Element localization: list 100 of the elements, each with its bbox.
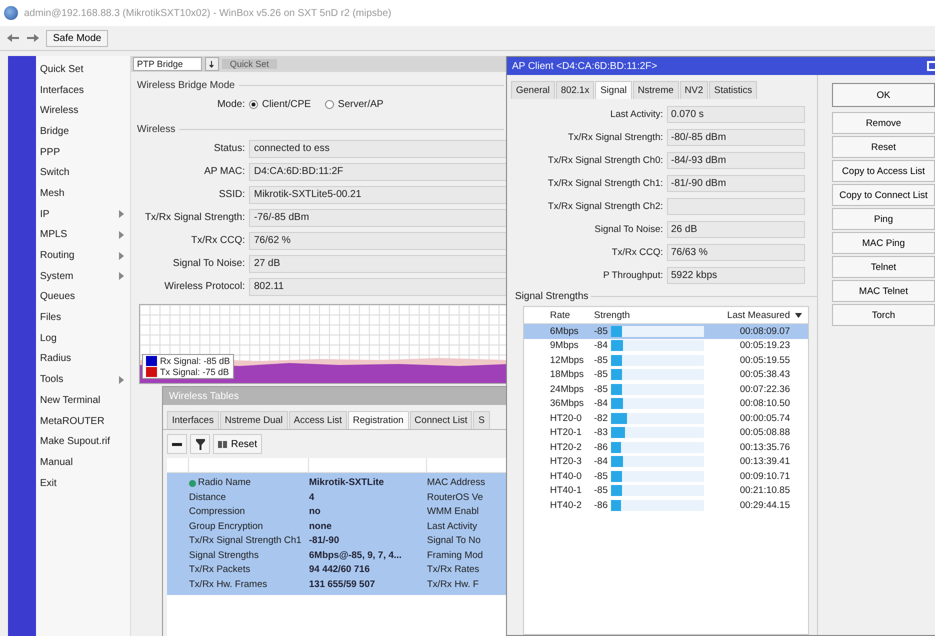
column-header[interactable]: Last Measured	[704, 310, 790, 320]
action-button[interactable]: Copy to Access List	[832, 160, 935, 182]
tab[interactable]: Access List	[288, 411, 347, 429]
tab[interactable]: NV2	[680, 81, 708, 99]
table-cell-text: WMM Enabl	[427, 505, 480, 519]
sidebar-item[interactable]: System	[36, 266, 130, 287]
value-field: 5922 kbps	[667, 267, 805, 284]
radio-option[interactable]: Client/CPE	[249, 99, 311, 110]
table-row[interactable]: HT40-2 -86 00:29:44.15	[524, 498, 808, 512]
table-row[interactable]: HT20-2 -86 00:13:35.76	[524, 440, 808, 454]
action-button[interactable]: MAC Telnet	[832, 280, 935, 302]
table-row[interactable]: 36Mbps -84 00:08:10.50	[524, 396, 808, 411]
tab[interactable]: Interfaces	[167, 411, 219, 429]
reset-button[interactable]: Reset	[213, 434, 262, 454]
radio-option[interactable]: Server/AP	[324, 99, 384, 110]
tab[interactable]: 802.1x	[556, 81, 594, 99]
tab[interactable]: Signal	[595, 81, 632, 99]
sidebar-item[interactable]: IP	[36, 204, 130, 224]
table-cell: -85	[594, 485, 608, 496]
sidebar-item[interactable]: PPP	[36, 142, 130, 162]
table-cell-text: 00:05:38.43	[738, 369, 790, 380]
field-label: Tx/Rx Signal Strength:	[566, 132, 664, 143]
action-button[interactable]: Telnet	[832, 256, 935, 278]
table-cell-text: Group Encryption	[189, 520, 264, 534]
column-header[interactable]: Rate	[550, 310, 594, 320]
sidebar-item[interactable]: Routing	[36, 245, 130, 266]
sidebar-item[interactable]: Mesh	[36, 183, 130, 204]
sidebar-item[interactable]: Wireless	[36, 100, 130, 122]
table-row[interactable]: HT20-0 -82 00:00:05.74	[524, 411, 808, 426]
action-button[interactable]: Reset	[832, 136, 935, 158]
undo-icon[interactable]	[6, 32, 20, 44]
tab[interactable]: Nstreme	[632, 81, 679, 99]
table-cell: -86	[594, 500, 608, 511]
remove-button[interactable]	[167, 434, 187, 454]
table-row[interactable]: 6Mbps -85 00:08:09.07	[524, 324, 808, 338]
column-header[interactable]: Strength	[594, 310, 704, 320]
table-row[interactable]: HT20-3 -84 00:13:39.41	[524, 454, 808, 469]
sidebar-item[interactable]: Queues	[36, 286, 130, 308]
filter-button[interactable]	[190, 434, 210, 454]
field-label: Tx/Rx CCQ:	[190, 235, 246, 246]
table-row[interactable]: 12Mbps -85 00:05:19.55	[524, 353, 808, 368]
table-row[interactable]: HT20-1 -83 00:05:08.88	[524, 426, 808, 440]
status-icon	[189, 480, 196, 487]
registration-row[interactable]	[167, 473, 509, 595]
sidebar-item[interactable]: MetaROUTER	[36, 410, 130, 432]
chevron-icon	[119, 252, 124, 260]
field-label: Tx/Rx Signal Strength:	[144, 212, 246, 223]
dropdown-arrow-icon[interactable]	[795, 312, 802, 318]
value-field: 26 dB	[667, 221, 805, 238]
sidebar-item[interactable]: Tools	[36, 369, 130, 390]
table-cell-text: 00:05:08.88	[738, 427, 790, 438]
sidebar-item[interactable]: Switch	[36, 162, 130, 184]
tab[interactable]: Registration	[348, 411, 409, 429]
table-cell-text: 00:09:10.71	[738, 470, 790, 482]
action-button[interactable]: MAC Ping	[832, 232, 935, 254]
value-field: -80/-85 dBm	[667, 129, 805, 146]
tab[interactable]: Connect List	[410, 411, 472, 429]
table-cell-text: 131 655/59 507	[309, 578, 376, 592]
sidebar-item[interactable]: Interfaces	[36, 80, 130, 100]
tab[interactable]: S	[473, 411, 490, 429]
table-cell: -85	[594, 326, 608, 337]
table-row[interactable]: HT40-1 -85 00:21:10.85	[524, 484, 808, 498]
action-button[interactable]: Copy to Connect List	[832, 184, 935, 206]
table-cell-text: HT40-1	[550, 485, 583, 496]
sidebar-item[interactable]: Make Supout.rif	[36, 431, 130, 452]
table-row[interactable]: HT40-0 -85 00:09:10.71	[524, 469, 808, 484]
sidebar-item[interactable]: Log	[36, 328, 130, 349]
tab[interactable]: Nstreme Dual	[220, 411, 288, 429]
group-title: Wireless	[137, 124, 176, 135]
table-cell: -85	[594, 354, 608, 366]
field-label: Tx/Rx Signal Strength Ch2:	[546, 201, 664, 212]
sidebar-item[interactable]: MPLS	[36, 224, 130, 246]
dropdown-button[interactable]	[204, 57, 219, 71]
action-button[interactable]: Torch	[832, 304, 935, 326]
action-button[interactable]: Remove	[832, 112, 935, 134]
panel-title: Quick Set	[222, 59, 277, 69]
tab[interactable]: Statistics	[709, 81, 758, 99]
legend-label: Rx Signal: -85 dB	[160, 356, 230, 366]
table-row[interactable]: 24Mbps -85 00:07:22.36	[524, 382, 808, 396]
table-row[interactable]: 18Mbps -85 00:05:38.43	[524, 368, 808, 382]
field-label: Mode:	[216, 99, 246, 110]
sidebar-item[interactable]: Files	[36, 307, 130, 328]
mode-dropdown[interactable]: PTP Bridge	[133, 57, 202, 71]
sidebar-item[interactable]: Manual	[36, 452, 130, 473]
table-row[interactable]: 9Mbps -84 00:05:19.23	[524, 338, 808, 353]
down-arrow-icon	[208, 60, 216, 68]
table-cell: -85	[594, 470, 608, 482]
field-label: Tx/Rx Signal Strength Ch1:	[546, 178, 664, 189]
action-button[interactable]: OK	[832, 83, 935, 107]
redo-icon[interactable]	[26, 32, 40, 44]
table-cell: -84	[594, 340, 608, 352]
sidebar-item[interactable]: Bridge	[36, 121, 130, 142]
sidebar-item[interactable]: Radius	[36, 348, 130, 370]
action-button[interactable]: Ping	[832, 208, 935, 230]
sidebar-item[interactable]: Quick Set	[36, 59, 130, 80]
tab[interactable]: General	[511, 81, 555, 99]
safe-mode-button[interactable]: Safe Mode	[46, 30, 108, 46]
sidebar-item[interactable]: Exit	[36, 472, 130, 494]
sidebar-item[interactable]: New Terminal	[36, 390, 130, 411]
value-field: -81/-90 dBm	[667, 175, 805, 192]
